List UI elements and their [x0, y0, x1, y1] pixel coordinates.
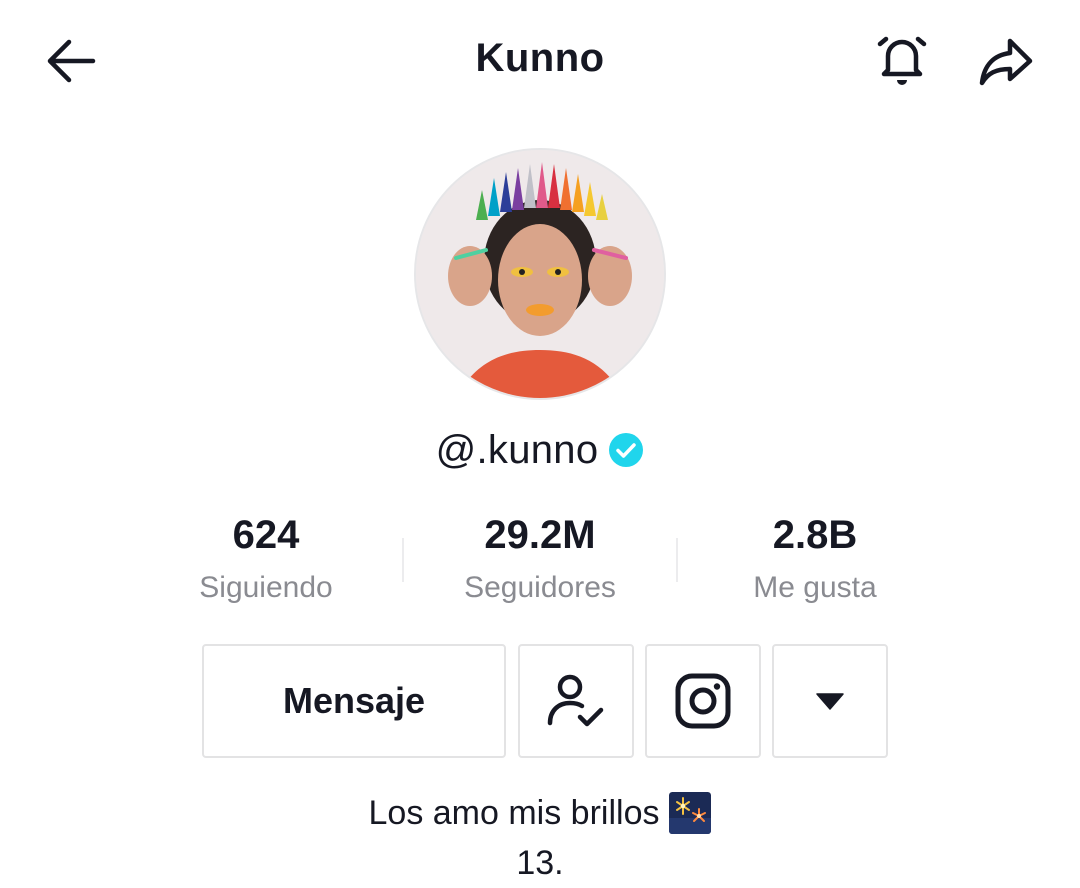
stat-followers[interactable]: 29.2M Seguidores — [410, 508, 670, 608]
likes-label: Me gusta — [753, 571, 877, 604]
profile-bio: Los amo mis brillos 13. — [0, 788, 1080, 888]
bio-text-line1: Los amo mis brillos — [368, 794, 660, 832]
stat-divider — [402, 538, 404, 582]
instagram-icon — [675, 673, 731, 729]
share-arrow-icon — [979, 38, 1033, 86]
likes-count: 2.8B — [772, 513, 858, 557]
stat-following[interactable]: 624 Siguiendo — [136, 508, 396, 608]
notification-bell-button[interactable] — [868, 26, 936, 94]
handle-row: @.kunno — [0, 422, 1080, 478]
more-options-button[interactable] — [772, 644, 888, 758]
profile-avatar[interactable] — [414, 148, 666, 400]
following-button[interactable] — [518, 644, 634, 758]
verified-badge-icon — [609, 433, 644, 467]
bio-text-line2: 13. — [516, 844, 564, 882]
bell-icon — [877, 36, 927, 85]
caret-down-icon — [816, 693, 844, 710]
following-count: 624 — [232, 513, 300, 557]
avatar-image — [416, 150, 664, 398]
followers-count: 29.2M — [484, 513, 596, 557]
stat-divider — [676, 538, 678, 582]
user-check-icon — [547, 674, 604, 727]
followers-label: Seguidores — [464, 571, 616, 604]
share-button[interactable] — [974, 30, 1038, 92]
fireworks-emoji — [669, 792, 712, 834]
message-button[interactable]: Mensaje — [202, 644, 506, 758]
instagram-button[interactable] — [645, 644, 761, 758]
username-handle: @.kunno — [435, 427, 599, 472]
top-bar: Kunno — [0, 0, 1080, 120]
following-label: Siguiendo — [199, 571, 333, 604]
stat-likes[interactable]: 2.8B Me gusta — [685, 508, 945, 608]
